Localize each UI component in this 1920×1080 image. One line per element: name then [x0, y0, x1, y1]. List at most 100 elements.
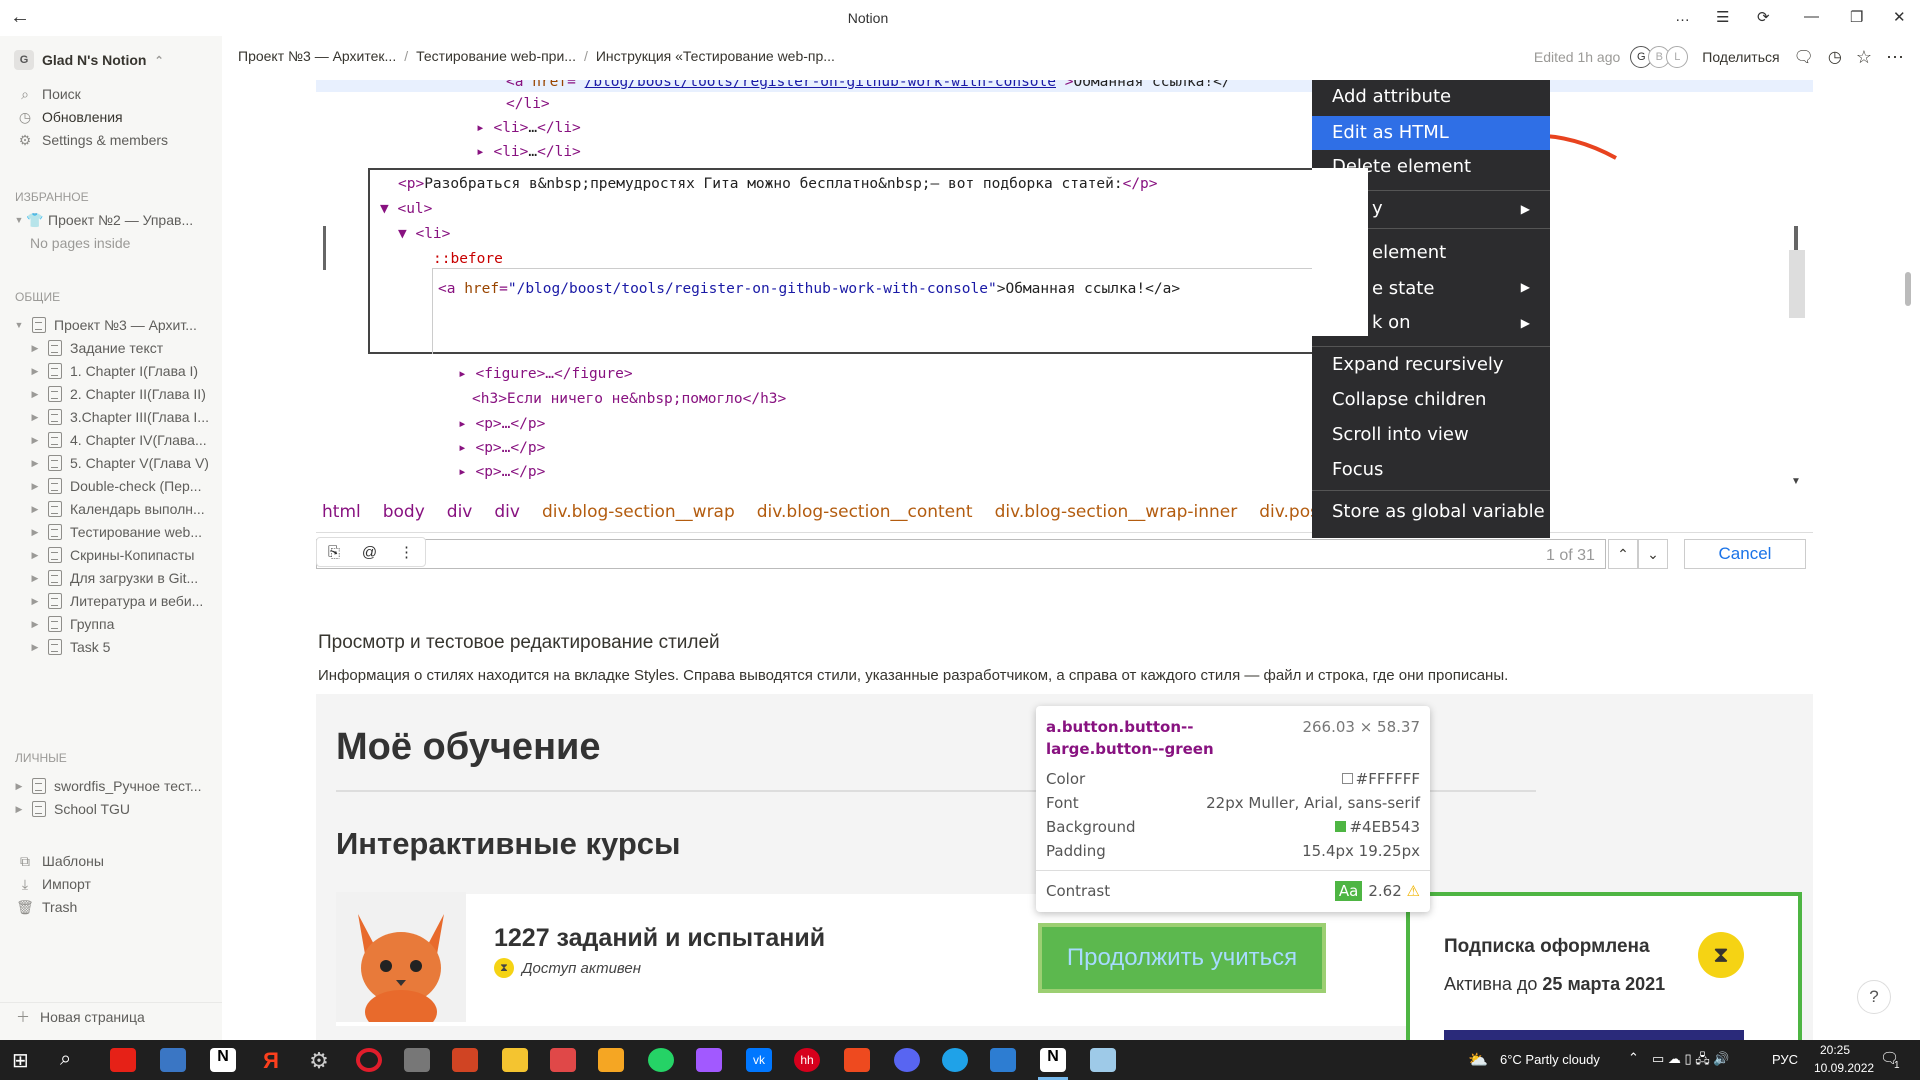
- page-scrollbar[interactable]: [1905, 272, 1911, 306]
- figma-icon[interactable]: [696, 1048, 722, 1072]
- app-icon[interactable]: [1090, 1048, 1116, 1072]
- opera-icon[interactable]: [356, 1048, 382, 1072]
- scroll-down-icon[interactable]: ▼: [1791, 476, 1801, 487]
- caret-right-icon[interactable]: ▶: [28, 343, 42, 354]
- devtools-search-input[interactable]: [316, 539, 1606, 569]
- weather-icon[interactable]: ⛅: [1468, 1050, 1488, 1070]
- bookmark-icon[interactable]: ⎘: [328, 544, 340, 561]
- share-button[interactable]: Поделиться: [1702, 49, 1779, 65]
- weather-text[interactable]: 6°C Partly cloudy: [1500, 1052, 1600, 1067]
- comment-icon[interactable]: 🗨: [1794, 47, 1814, 67]
- python-icon[interactable]: [160, 1048, 186, 1072]
- chevron-up-icon[interactable]: ⌃: [1608, 539, 1638, 569]
- app-icon[interactable]: [404, 1048, 430, 1072]
- photos-icon[interactable]: [990, 1048, 1016, 1072]
- help-button[interactable]: ?: [1857, 980, 1891, 1014]
- edge-icon[interactable]: [942, 1048, 968, 1072]
- chevron-down-icon[interactable]: ⌄: [1638, 539, 1668, 569]
- caret-right-icon[interactable]: ▶: [28, 596, 42, 607]
- settings-icon[interactable]: ⚙: [306, 1048, 332, 1073]
- path-item[interactable]: html: [322, 502, 361, 522]
- clock-date[interactable]: 10.09.2022: [1814, 1061, 1874, 1075]
- menu-item-add-attribute[interactable]: Add attribute: [1332, 82, 1451, 112]
- caret-right-icon[interactable]: ▶: [28, 504, 42, 515]
- menu-item-expand-recursively[interactable]: Expand recursively: [1332, 350, 1504, 380]
- mail-icon[interactable]: [598, 1048, 624, 1072]
- menu-item-store-global[interactable]: Store as global variable: [1332, 497, 1545, 527]
- yandex-icon[interactable]: Я: [258, 1048, 284, 1073]
- continue-button[interactable]: Продолжить учиться: [1038, 923, 1326, 993]
- code-line[interactable]: ▸ <p>…</p>: [458, 440, 545, 456]
- folder-icon[interactable]: [502, 1048, 528, 1072]
- sync-icon[interactable]: ⟳: [1757, 8, 1770, 26]
- discord-icon[interactable]: [894, 1048, 920, 1072]
- code-line[interactable]: ▸ <p>…</p>: [458, 464, 545, 480]
- caret-right-icon[interactable]: ▶: [28, 642, 42, 653]
- breadcrumb-item[interactable]: Проект №3 — Архитек...: [238, 48, 396, 64]
- breadcrumb-item[interactable]: Тестирование web-при...: [416, 48, 576, 64]
- cancel-button[interactable]: Cancel: [1684, 539, 1806, 569]
- path-item[interactable]: div.blog-section__wrap-inner: [995, 502, 1238, 522]
- sidebar-item-private[interactable]: ▶ School TGU: [0, 795, 222, 823]
- workspace-switcher[interactable]: G Glad N's Notion ⌃: [14, 50, 164, 70]
- more-icon[interactable]: …: [1675, 8, 1690, 25]
- sidebar-item-settings[interactable]: ⚙ Settings & members: [0, 126, 222, 154]
- powerpoint-icon[interactable]: [452, 1048, 478, 1072]
- vk-icon[interactable]: vk: [746, 1048, 772, 1072]
- menu-item-break-on[interactable]: k on: [1372, 308, 1411, 338]
- code-line[interactable]: ▸ <li>…</li>: [476, 120, 581, 136]
- caret-right-icon[interactable]: ▶: [28, 527, 42, 538]
- breadcrumb-item[interactable]: Инструкция «Тестирование web-пр...: [596, 48, 835, 64]
- caret-right-icon[interactable]: ▶: [12, 781, 26, 792]
- caret-down-icon[interactable]: ▼: [12, 215, 26, 225]
- menu-item-force-state[interactable]: e state: [1372, 274, 1434, 304]
- hh-icon[interactable]: hh: [794, 1048, 820, 1072]
- more-icon[interactable]: ⋯: [1886, 47, 1904, 68]
- caret-right-icon[interactable]: ▶: [28, 573, 42, 584]
- caret-right-icon[interactable]: ▶: [28, 435, 42, 446]
- caret-right-icon[interactable]: ▶: [28, 481, 42, 492]
- code-line[interactable]: ▸ <li>…</li>: [476, 144, 581, 160]
- menu-item-hide-element[interactable]: element: [1372, 238, 1446, 268]
- avatar-group[interactable]: G B L: [1630, 46, 1689, 68]
- menu-item-edit-as-html[interactable]: Edit as HTML: [1332, 118, 1449, 148]
- menu-item-scroll-into-view[interactable]: Scroll into view: [1332, 420, 1469, 450]
- restore-button[interactable]: ❐: [1850, 8, 1863, 26]
- scrollbar-thumb[interactable]: [1789, 250, 1805, 318]
- whatsapp-icon[interactable]: [648, 1048, 674, 1072]
- sidebar-item-page[interactable]: ▶ Task 5: [0, 633, 222, 661]
- language-indicator[interactable]: РУС: [1772, 1052, 1798, 1067]
- app-icon[interactable]: [844, 1048, 870, 1072]
- clock-time[interactable]: 20:25: [1820, 1043, 1850, 1057]
- caret-right-icon[interactable]: ▶: [28, 412, 42, 423]
- path-item[interactable]: body: [383, 502, 425, 522]
- windows-start-icon[interactable]: ⊞: [12, 1048, 38, 1072]
- tray-icons[interactable]: ▭ ☁ ▯ 🖧 🔊: [1652, 1050, 1730, 1072]
- caret-right-icon[interactable]: ▶: [28, 366, 42, 377]
- new-page-button[interactable]: ＋ Новая страница: [0, 1002, 222, 1030]
- menu-item-collapse-children[interactable]: Collapse children: [1332, 385, 1486, 415]
- notion-active-icon[interactable]: N: [1040, 1048, 1066, 1072]
- mention-icon[interactable]: @: [362, 544, 377, 561]
- caret-down-icon[interactable]: ▼: [12, 320, 26, 330]
- caret-right-icon[interactable]: ▶: [28, 458, 42, 469]
- scrollbar[interactable]: [323, 226, 326, 270]
- app-icon[interactable]: [550, 1048, 576, 1072]
- code-line[interactable]: ▸ <p>…</p>: [458, 416, 545, 432]
- path-item[interactable]: div.blog-section__content: [757, 502, 973, 522]
- sidebar-item-trash[interactable]: 🗑 Trash: [0, 893, 222, 921]
- star-icon[interactable]: ☆: [1856, 47, 1872, 68]
- path-item[interactable]: div: [494, 502, 520, 522]
- history-icon[interactable]: ◷: [1828, 47, 1842, 67]
- more-vertical-icon[interactable]: ⋮: [399, 543, 414, 561]
- menu-icon[interactable]: ☰: [1716, 8, 1729, 26]
- path-item[interactable]: div.post-content: [1259, 502, 1312, 522]
- close-button[interactable]: ✕: [1893, 8, 1906, 26]
- minimize-button[interactable]: —: [1804, 8, 1819, 25]
- search-icon[interactable]: ⌕: [60, 1048, 86, 1072]
- notion-icon[interactable]: N: [210, 1048, 236, 1072]
- caret-right-icon[interactable]: ▶: [28, 619, 42, 630]
- caret-right-icon[interactable]: ▶: [12, 804, 26, 815]
- caret-right-icon[interactable]: ▶: [28, 389, 42, 400]
- tray-chevron-icon[interactable]: ⌃: [1628, 1050, 1639, 1066]
